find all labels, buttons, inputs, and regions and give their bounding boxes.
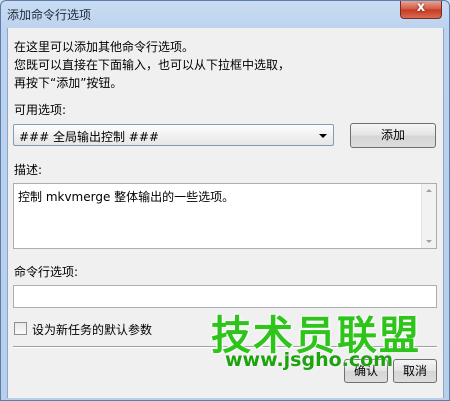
close-icon: x [416,0,426,15]
default-params-label: 设为新任务的默认参数 [32,323,153,337]
dropdown-selected-value: ### 全局输出控制 ### [19,130,159,144]
scroll-up-icon[interactable] [426,189,432,192]
description-text: 控制 mkvmerge 整体输出的一些选项。 [18,190,235,204]
title-bar[interactable]: 添加命令行选项 x [1,1,449,28]
description-label: 描述: [14,163,43,177]
scroll-down-icon[interactable] [426,240,432,243]
available-options-dropdown[interactable]: ### 全局输出控制 ### [13,124,334,146]
watermark-url: www.jsgho.com [225,349,393,371]
close-button[interactable]: x [400,1,442,19]
description-textarea[interactable]: 控制 mkvmerge 整体输出的一些选项。 [13,183,437,249]
window-bottom-frame [1,398,449,400]
window-title: 添加命令行选项 [7,8,92,22]
add-button[interactable]: 添加 [350,123,436,148]
chevron-down-icon [319,134,327,138]
default-params-checkbox[interactable] [14,322,27,335]
available-options-label: 可用选项: [14,103,67,117]
watermark-logo: 技术员联盟 www.jsgho.com [211,303,436,375]
dialog-window: 添加命令行选项 x 在这里可以添加其他命令行选项。 您既可以直接在下面输入，也可… [0,0,450,401]
intro-text: 在这里可以添加其他命令行选项。 您既可以直接在下面输入，也可以从下拉框中选取， … [14,40,291,90]
command-line-label: 命令行选项: [14,265,79,279]
description-scrollbar[interactable] [421,184,436,248]
